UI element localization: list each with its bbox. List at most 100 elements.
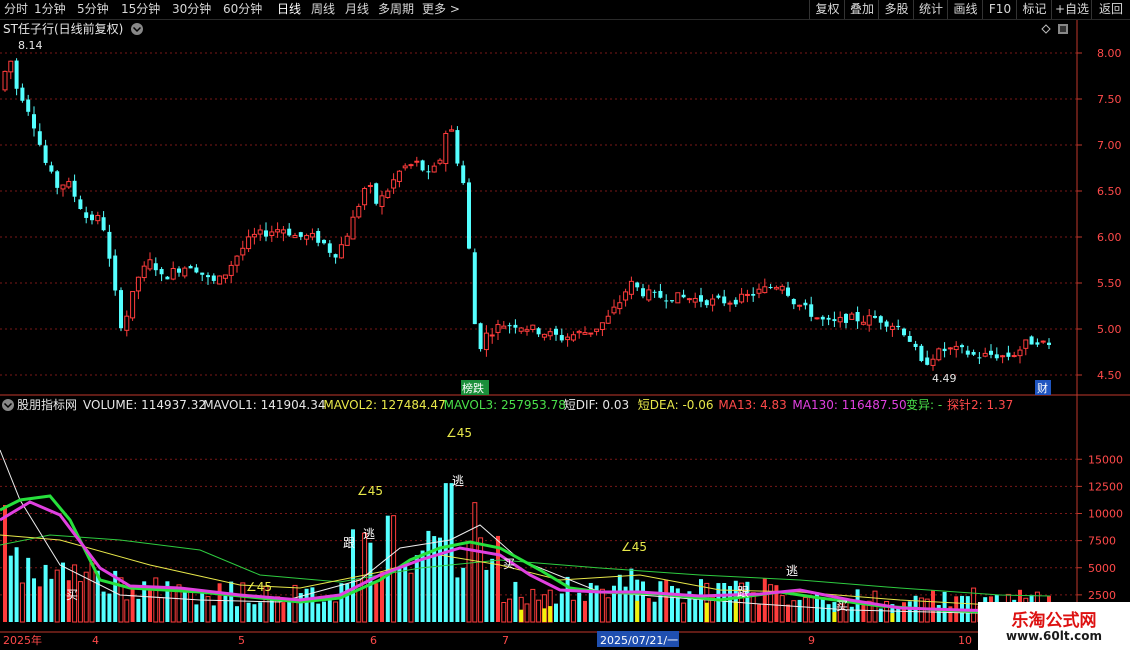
volume-bar	[124, 599, 130, 623]
volume-bar	[861, 604, 866, 622]
period-tab-60min[interactable]: 60分钟	[223, 2, 262, 17]
back-button[interactable]: 返回	[1091, 0, 1130, 19]
candle	[287, 223, 292, 237]
candle	[84, 206, 89, 224]
overlay-button[interactable]: 叠加	[844, 0, 879, 19]
volume-bar	[710, 597, 716, 623]
candle	[699, 287, 703, 308]
candle	[350, 210, 356, 240]
volume-bar	[507, 598, 513, 623]
candle	[518, 327, 524, 334]
period-tab-30min[interactable]: 30分钟	[172, 2, 211, 17]
period-tab-15min[interactable]: 15分钟	[121, 2, 160, 17]
candlesticks	[2, 58, 1051, 371]
x-axis-label: 7	[502, 634, 509, 647]
volume-tick-label: 7500	[1088, 535, 1116, 548]
volume-bar	[49, 578, 54, 622]
mark-button[interactable]: 标记	[1016, 0, 1052, 19]
period-tab-monthly[interactable]: 月线	[345, 2, 369, 17]
volume-bar	[182, 589, 187, 622]
volume-tick-label: 12500	[1088, 480, 1123, 493]
volume-y-axis: 15000 12500 10000 7500 5000 2500	[1077, 453, 1123, 602]
volume-bar	[786, 604, 790, 622]
candle	[135, 276, 141, 300]
price-y-axis: 8.00 7.50 7.00 6.50 6.00 5.50 5.00 4.50	[1077, 47, 1122, 382]
candle	[483, 325, 489, 357]
candle	[652, 289, 657, 298]
fuquan-button[interactable]: 复权	[809, 0, 845, 19]
candle	[455, 126, 460, 167]
volume-bar	[826, 604, 831, 622]
stock-chart[interactable]: ST任子行(日线前复权) 8.00 7.50 7.00 6.50 6.00 5.50 5.0…	[0, 20, 1130, 650]
collapse-icon[interactable]	[1058, 24, 1068, 34]
volume-bar	[217, 583, 222, 622]
multi-stock-button[interactable]: 多股	[878, 0, 914, 19]
volume-bar	[931, 590, 935, 622]
candle	[182, 266, 188, 279]
volume-bar	[43, 564, 48, 622]
period-tab-multi[interactable]: 多周期	[378, 2, 414, 17]
candle	[530, 324, 536, 333]
candle	[768, 283, 773, 290]
caibao-tag[interactable]: 财	[1035, 380, 1051, 395]
candle	[78, 195, 83, 210]
candle	[374, 182, 379, 206]
volume-bar	[333, 601, 339, 623]
candle	[878, 315, 883, 330]
stats-button[interactable]: 统计	[913, 0, 948, 19]
candle	[467, 178, 471, 250]
period-tab-daily[interactable]: 日线	[277, 2, 301, 17]
indicator-annotation: 买	[66, 588, 78, 602]
candle	[437, 158, 443, 166]
add-watchlist-button[interactable]: +自选	[1051, 0, 1092, 19]
candle	[884, 319, 889, 332]
volume-bar	[8, 555, 13, 622]
volume-bar	[524, 603, 530, 623]
candle	[443, 130, 449, 172]
candle	[95, 211, 101, 225]
volume-bar	[565, 576, 570, 622]
candle	[49, 161, 54, 174]
candle	[14, 58, 19, 96]
volume-bar	[484, 569, 489, 622]
volume-bar	[797, 599, 802, 622]
indicator-annotation: 逃	[363, 527, 375, 541]
indicator-readout: MAVOL1: 141904.34	[203, 398, 325, 412]
volume-bar	[855, 589, 860, 622]
volume-bar	[779, 595, 785, 623]
f10-button[interactable]: F10	[982, 0, 1017, 19]
candle	[1029, 335, 1034, 345]
volume-bar	[54, 569, 60, 623]
candle	[90, 210, 94, 225]
period-tab-fenshi[interactable]: 分时	[4, 2, 28, 17]
candle	[200, 272, 205, 282]
volume-bar	[426, 530, 431, 622]
candle	[1011, 351, 1017, 358]
volume-bar	[101, 591, 106, 622]
candle	[37, 123, 42, 147]
bangdie-tag[interactable]: 榜跌	[461, 380, 489, 395]
candle	[1047, 338, 1051, 350]
candle	[536, 327, 541, 338]
period-tab-1min[interactable]: 1分钟	[34, 2, 66, 17]
candle	[692, 292, 698, 308]
candle	[211, 273, 216, 284]
volume-bar	[641, 581, 645, 622]
candle	[791, 298, 796, 310]
volume-bar	[849, 606, 854, 622]
period-tab-5min[interactable]: 5分钟	[77, 2, 109, 17]
diamond-icon[interactable]	[1041, 24, 1051, 34]
period-tab-weekly[interactable]: 周线	[311, 2, 335, 17]
candle	[379, 190, 385, 215]
chevron-down-icon[interactable]	[131, 23, 143, 35]
draw-line-button[interactable]: 画线	[947, 0, 983, 19]
candle	[356, 203, 362, 219]
candle	[576, 329, 582, 339]
volume-bar	[762, 578, 767, 622]
volume-bar	[438, 537, 442, 622]
volume-indicator-lines	[0, 449, 1051, 616]
indicator-chevron-icon[interactable]	[2, 399, 14, 411]
candle	[414, 156, 420, 167]
more-menu[interactable]: 更多 >	[422, 2, 460, 17]
volume-bar	[768, 584, 774, 623]
